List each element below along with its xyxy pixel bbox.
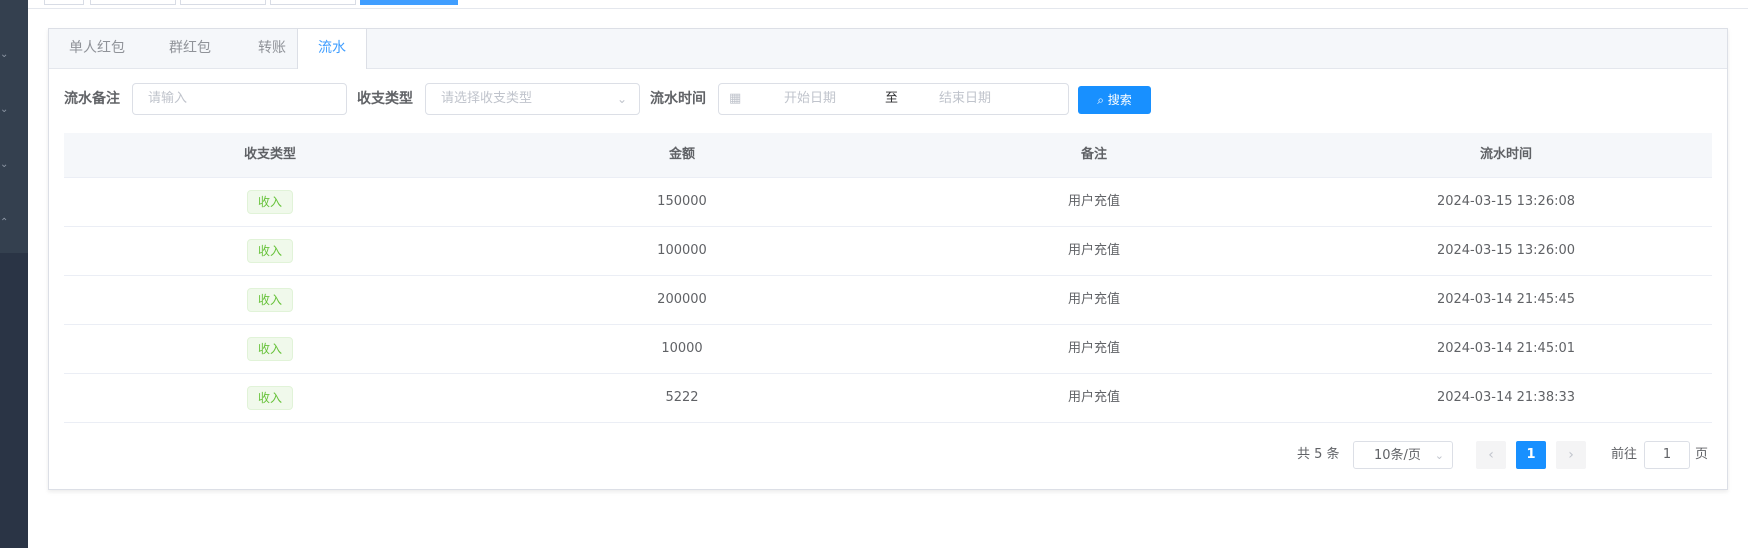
type-placeholder: 请选择收支类型 xyxy=(441,91,533,106)
amount-cell: 5222 xyxy=(665,390,699,405)
remark-cell: 用户充值 xyxy=(1067,390,1120,405)
amount-cell: 100000 xyxy=(657,243,707,258)
start-date-placeholder[interactable]: 开始日期 xyxy=(784,84,836,114)
column-header-time[interactable]: 流水时间 xyxy=(1300,133,1712,177)
time-cell: 2024-03-14 21:45:45 xyxy=(1436,292,1576,307)
income-tag: 收入 xyxy=(246,287,293,312)
table-row[interactable]: 收入 10000 用户充值 2024-03-14 21:45:01 xyxy=(64,325,1712,374)
chevron-down-icon[interactable]: ⌄ xyxy=(0,160,10,170)
type-select[interactable]: 请选择收支类型 ⌄ xyxy=(425,83,640,115)
remark-placeholder: 请输入 xyxy=(148,91,188,106)
end-date-placeholder[interactable]: 结束日期 xyxy=(939,84,991,114)
range-separator: 至 xyxy=(885,91,899,106)
prev-page-button[interactable]: ‹ xyxy=(1476,441,1506,469)
remark-input[interactable]: 请输入 xyxy=(132,83,347,115)
remark-cell: 用户充值 xyxy=(1067,341,1120,356)
chevron-left-icon: ‹ xyxy=(1488,447,1494,463)
remark-label: 流水备注 xyxy=(64,91,120,107)
next-page-button[interactable]: › xyxy=(1556,441,1586,469)
chevron-down-icon: ⌄ xyxy=(1434,449,1444,462)
income-tag: 收入 xyxy=(246,385,293,410)
amount-cell: 10000 xyxy=(661,341,703,356)
tab-flow[interactable]: 流水 xyxy=(297,29,367,69)
remark-cell: 用户充值 xyxy=(1067,243,1120,258)
tags-view-tab-active[interactable] xyxy=(360,0,458,5)
column-header-amount[interactable]: 金额 xyxy=(476,133,888,177)
tab-single-red-packet[interactable]: 单人红包 xyxy=(49,29,145,68)
income-tag: 收入 xyxy=(246,336,293,361)
tags-view-bar xyxy=(28,0,1748,9)
goto-page-input[interactable]: 1 xyxy=(1644,441,1690,469)
time-cell: 2024-03-15 13:26:08 xyxy=(1436,194,1576,209)
table-row[interactable]: 收入 150000 用户充值 2024-03-15 13:26:08 xyxy=(64,178,1712,227)
pagination-total: 共 5 条 xyxy=(1297,447,1340,462)
tags-view-tab[interactable] xyxy=(90,0,176,5)
time-cell: 2024-03-15 13:26:00 xyxy=(1436,243,1576,258)
chevron-down-icon[interactable]: ⌄ xyxy=(0,50,10,60)
column-header-type[interactable]: 收支类型 xyxy=(64,133,476,177)
page-size-value: 10条/页 xyxy=(1374,448,1421,463)
time-cell: 2024-03-14 21:38:33 xyxy=(1436,390,1576,405)
goto-label: 前往 xyxy=(1611,447,1638,462)
table-row[interactable]: 收入 100000 用户充值 2024-03-15 13:26:00 xyxy=(64,227,1712,276)
chevron-up-icon[interactable]: ⌃ xyxy=(0,218,10,228)
tab-group-red-packet[interactable]: 群红包 xyxy=(145,29,235,68)
page-suffix-label: 页 xyxy=(1695,447,1709,462)
tags-view-tab[interactable] xyxy=(180,0,266,5)
main-card: 单人红包 群红包 转账 流水 流水备注 请输入 收支类型 请选择收支类型 ⌄ 流… xyxy=(48,28,1728,490)
amount-cell: 150000 xyxy=(657,194,707,209)
sidebar: ⌄ ⌄ ⌄ ⌃ xyxy=(0,0,28,548)
type-label: 收支类型 xyxy=(357,91,413,107)
remark-cell: 用户充值 xyxy=(1067,292,1120,307)
tags-view-tab[interactable] xyxy=(270,0,356,5)
time-label: 流水时间 xyxy=(650,91,706,107)
page-size-select[interactable]: 10条/页 ⌄ xyxy=(1353,441,1453,469)
search-icon: ⌕ xyxy=(1097,93,1104,107)
page-number-current[interactable]: 1 xyxy=(1516,441,1546,469)
tabs-header: 单人红包 群红包 转账 流水 xyxy=(49,29,1727,69)
table-row[interactable]: 收入 5222 用户充值 2024-03-14 21:38:33 xyxy=(64,374,1712,423)
time-cell: 2024-03-14 21:45:01 xyxy=(1436,341,1576,356)
column-header-remark[interactable]: 备注 xyxy=(888,133,1300,177)
table-row[interactable]: 收入 200000 用户充值 2024-03-14 21:45:45 xyxy=(64,276,1712,325)
tags-view-tab[interactable] xyxy=(44,0,84,5)
chevron-down-icon: ⌄ xyxy=(617,92,628,106)
date-range-picker[interactable]: ▦ 开始日期 至 结束日期 xyxy=(718,83,1069,115)
amount-cell: 200000 xyxy=(657,292,707,307)
calendar-icon: ▦ xyxy=(729,91,742,106)
table-header: 收支类型 金额 备注 流水时间 xyxy=(64,133,1712,178)
remark-cell: 用户充值 xyxy=(1067,194,1120,209)
income-tag: 收入 xyxy=(246,189,293,214)
chevron-right-icon: › xyxy=(1568,447,1574,463)
search-button-label: 搜索 xyxy=(1107,93,1132,107)
sidebar-menu: ⌄ ⌄ ⌄ ⌃ xyxy=(0,0,28,253)
chevron-down-icon[interactable]: ⌄ xyxy=(0,105,10,115)
income-tag: 收入 xyxy=(246,238,293,263)
search-button[interactable]: ⌕ 搜索 xyxy=(1078,86,1151,114)
